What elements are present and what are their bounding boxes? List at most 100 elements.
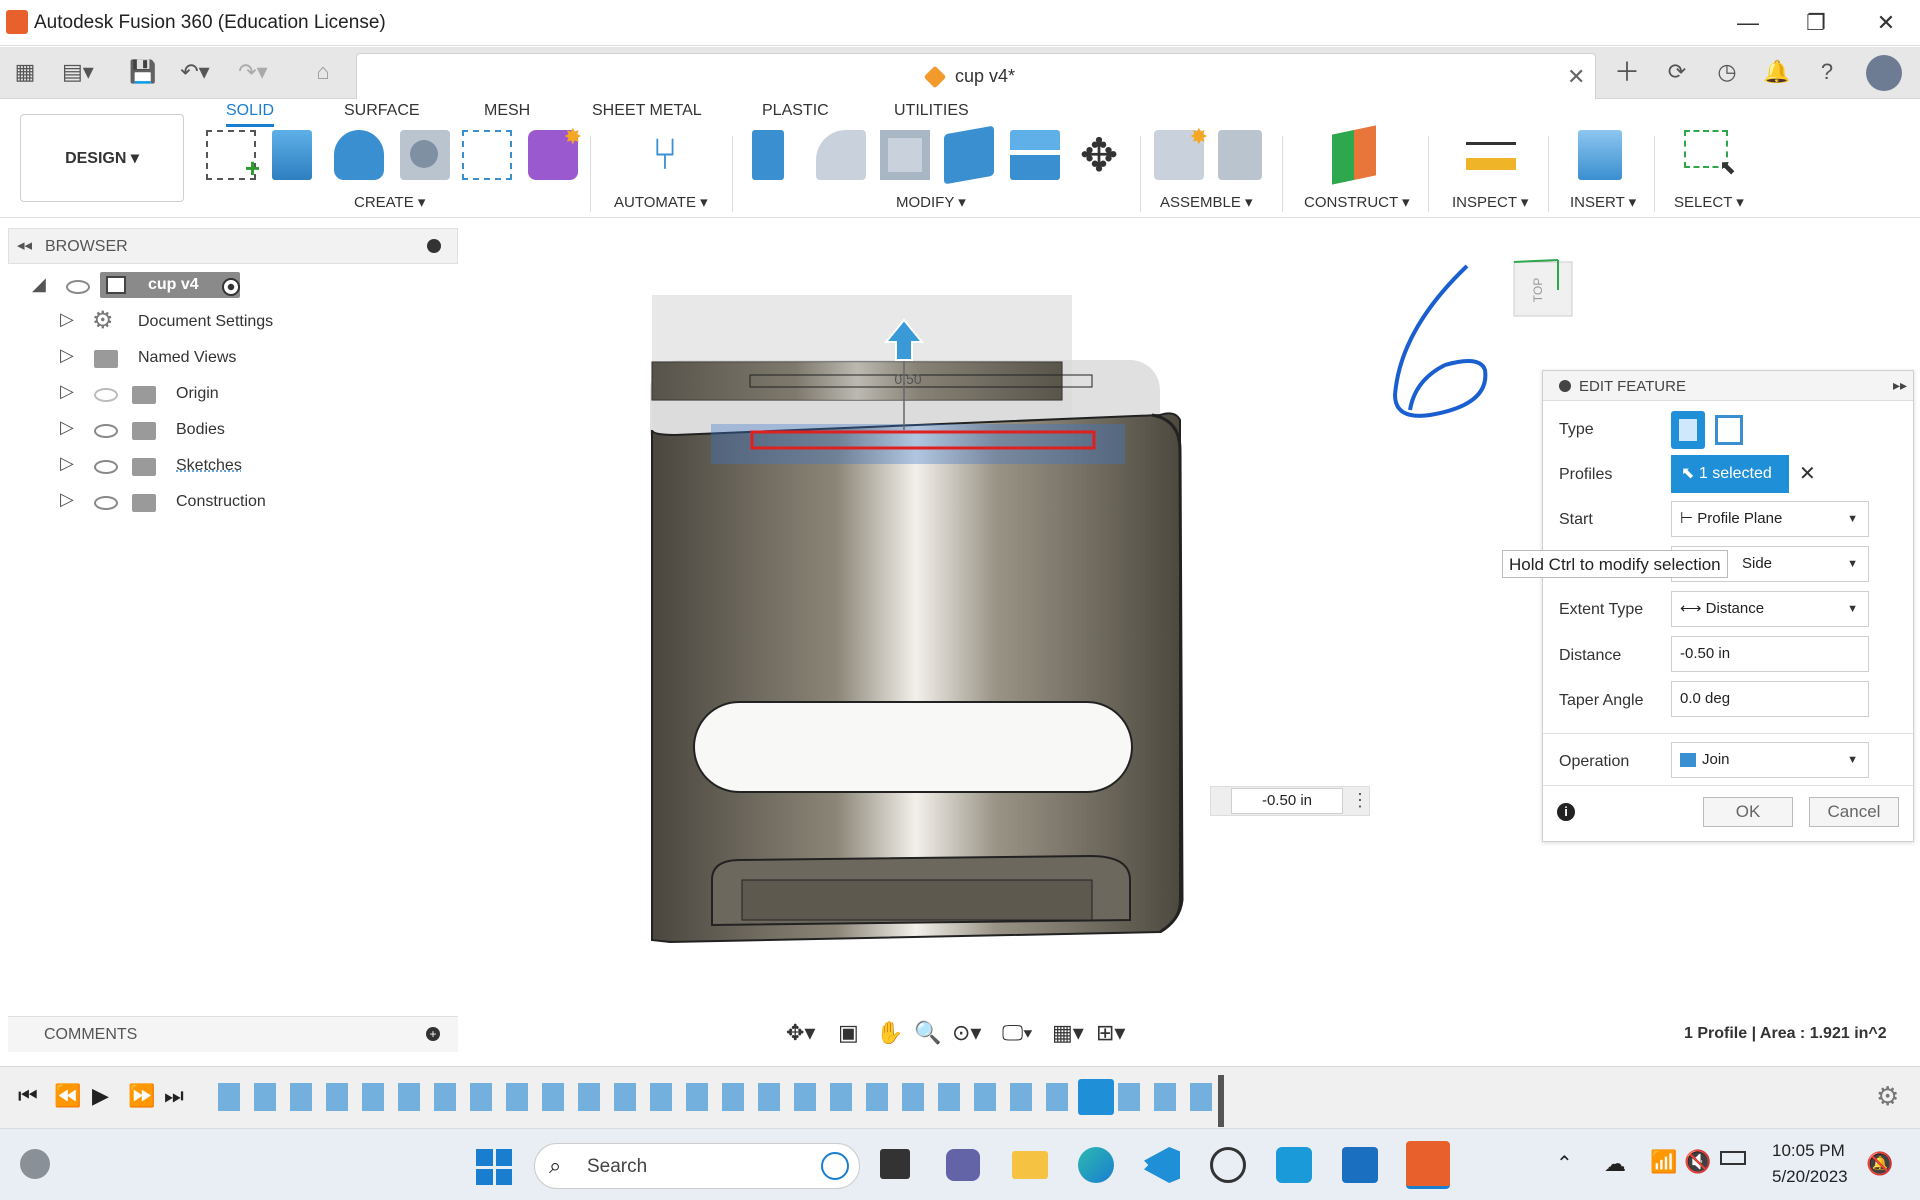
tree-item-bodies[interactable]: ▷ Bodies (26, 414, 266, 448)
clear-selection-icon[interactable]: ✕ (1799, 461, 1816, 486)
tree-item-sketches[interactable]: ▷ Sketches (26, 450, 266, 484)
operation-dropdown[interactable]: Join (1671, 742, 1869, 778)
tab-sheet-metal[interactable]: SHEET METAL (592, 102, 702, 120)
expand-dialog-icon[interactable]: ▸▸ (1893, 377, 1907, 394)
save-icon[interactable]: 💾 (128, 57, 158, 87)
vscode-icon[interactable] (1144, 1147, 1180, 1183)
edge-icon[interactable] (1078, 1147, 1114, 1183)
taskbar-search-box[interactable]: ⌕ Search (534, 1143, 860, 1189)
start-button[interactable] (476, 1149, 512, 1185)
volume-muted-icon[interactable]: 🔇 (1684, 1149, 1711, 1175)
play-icon[interactable]: ▶ (92, 1083, 109, 1109)
battery-icon[interactable] (1720, 1151, 1746, 1165)
browser-header[interactable]: ◂◂ BROWSER (8, 228, 458, 264)
cup-model[interactable] (650, 295, 1184, 944)
hole-icon[interactable] (400, 130, 450, 180)
comments-panel[interactable]: COMMENTS + (8, 1016, 458, 1052)
create-form-icon[interactable]: ✸ (528, 124, 582, 180)
display-settings-icon[interactable]: 🖵▾ (1002, 1020, 1032, 1046)
construct-menu[interactable]: CONSTRUCT ▾ (1304, 193, 1410, 211)
type-extrude-button[interactable] (1671, 411, 1705, 449)
teams-icon[interactable] (946, 1149, 980, 1181)
viewports-icon[interactable]: ⊞▾ (1096, 1020, 1125, 1046)
taper-angle-input[interactable]: 0.0 deg (1671, 681, 1869, 717)
fit-icon[interactable]: ⊙▾ (952, 1020, 981, 1046)
timeline-active-feature[interactable] (1078, 1079, 1114, 1115)
cancel-button[interactable]: Cancel (1809, 797, 1899, 827)
close-tab-icon[interactable]: ✕ (1567, 64, 1585, 90)
create-menu[interactable]: CREATE ▾ (354, 193, 425, 211)
grid-settings-icon[interactable]: ▦▾ (1052, 1020, 1084, 1046)
extrude-icon[interactable] (272, 130, 312, 180)
onedrive-cloud-icon[interactable]: ☁ (1604, 1151, 1626, 1177)
go-to-start-icon[interactable]: ⏮ (18, 1083, 38, 1109)
window-select-icon[interactable]: ⬉ (1684, 130, 1736, 179)
offset-plane-icon[interactable] (1332, 125, 1376, 185)
user-avatar[interactable] (1866, 55, 1902, 91)
wifi-icon[interactable]: 📶 (1650, 1149, 1677, 1175)
task-view-icon[interactable] (880, 1149, 910, 1179)
assemble-menu[interactable]: ASSEMBLE ▾ (1160, 193, 1253, 211)
hidden-eye-icon[interactable] (94, 388, 118, 402)
inspect-menu[interactable]: INSPECT ▾ (1452, 193, 1528, 211)
tab-surface[interactable]: SURFACE (344, 102, 420, 120)
dell-icon[interactable] (1210, 1147, 1246, 1183)
workspace-switcher[interactable]: DESIGN ▾ (20, 114, 184, 202)
expand-triangle-icon[interactable]: ▷ (60, 489, 74, 510)
visibility-eye-icon[interactable] (94, 460, 118, 474)
new-tab-icon[interactable]: ＋ (1612, 57, 1642, 87)
more-options-icon[interactable]: ⋮ (1351, 790, 1369, 811)
data-panel-grid-icon[interactable]: ▦ (10, 57, 40, 87)
document-tab[interactable]: cup v4* ✕ (356, 53, 1596, 99)
expand-triangle-icon[interactable]: ▷ (60, 381, 74, 402)
pan-hand-icon[interactable]: ✋ (876, 1020, 903, 1046)
measure-icon[interactable] (1466, 142, 1516, 170)
create-sketch-icon[interactable]: + (206, 130, 260, 183)
step-forward-icon[interactable]: ⏩ (128, 1083, 155, 1109)
fusion-taskbar-icon[interactable] (1406, 1141, 1450, 1189)
collapse-triangle-icon[interactable]: ◢ (32, 274, 46, 295)
file-explorer-icon[interactable] (1012, 1151, 1048, 1179)
new-component-icon[interactable]: ✸ (1154, 124, 1208, 180)
combine-icon[interactable] (944, 125, 994, 185)
insert-image-icon[interactable] (1578, 130, 1622, 180)
modify-menu[interactable]: MODIFY ▾ (896, 193, 966, 211)
clock-date[interactable]: 5/20/2023 (1772, 1167, 1848, 1187)
expand-triangle-icon[interactable]: ▷ (60, 309, 74, 330)
fillet-icon[interactable] (816, 130, 866, 180)
dimension-input-box[interactable]: -0.50 in ⋮ (1210, 786, 1370, 816)
press-pull-icon[interactable] (752, 130, 784, 180)
tree-item-named-views[interactable]: ▷ Named Views (26, 342, 266, 376)
joint-icon[interactable] (1218, 130, 1262, 180)
add-comment-icon[interactable]: + (426, 1027, 440, 1041)
move-copy-icon[interactable]: ✥ (1074, 130, 1124, 180)
notification-center-icon[interactable]: 🔕 (1866, 1151, 1893, 1177)
orbit-icon[interactable]: ✥▾ (786, 1020, 815, 1046)
tree-item-origin[interactable]: ▷ Origin (26, 378, 266, 412)
expand-triangle-icon[interactable]: ▷ (60, 345, 74, 366)
profiles-select-button[interactable]: ⬉ 1 selected (1671, 455, 1789, 493)
tree-item-construction[interactable]: ▷ Construction (26, 486, 286, 520)
visibility-eye-icon[interactable] (94, 424, 118, 438)
zoom-icon[interactable]: 🔍 (914, 1020, 941, 1046)
automate-icon[interactable]: ⑂ (640, 130, 690, 180)
notifications-bell-icon[interactable]: 🔔 (1762, 57, 1792, 87)
pattern-icon[interactable] (462, 130, 512, 180)
clock-time[interactable]: 10:05 PM (1772, 1141, 1845, 1161)
shell-icon[interactable] (880, 130, 930, 180)
visibility-eye-icon[interactable] (94, 496, 118, 510)
start-dropdown[interactable]: ⊢ Profile Plane (1671, 501, 1869, 537)
type-thin-extrude-icon[interactable] (1715, 415, 1743, 445)
store-icon[interactable] (1342, 1147, 1378, 1183)
restore-button[interactable]: ❐ (1796, 8, 1836, 38)
info-icon[interactable]: i (1557, 803, 1575, 821)
file-menu-icon[interactable]: ▤▾ (62, 57, 94, 87)
visibility-eye-icon[interactable] (66, 280, 90, 294)
cortana-app-icon[interactable] (1276, 1147, 1312, 1183)
insert-menu[interactable]: INSERT ▾ (1570, 193, 1636, 211)
tab-solid[interactable]: SOLID (226, 102, 275, 127)
timeline-settings-gear-icon[interactable]: ⚙ (1876, 1081, 1899, 1112)
step-back-icon[interactable]: ⏪ (54, 1083, 81, 1109)
tab-utilities[interactable]: UTILITIES (894, 102, 969, 120)
redo-icon[interactable]: ↷▾ (238, 57, 268, 87)
